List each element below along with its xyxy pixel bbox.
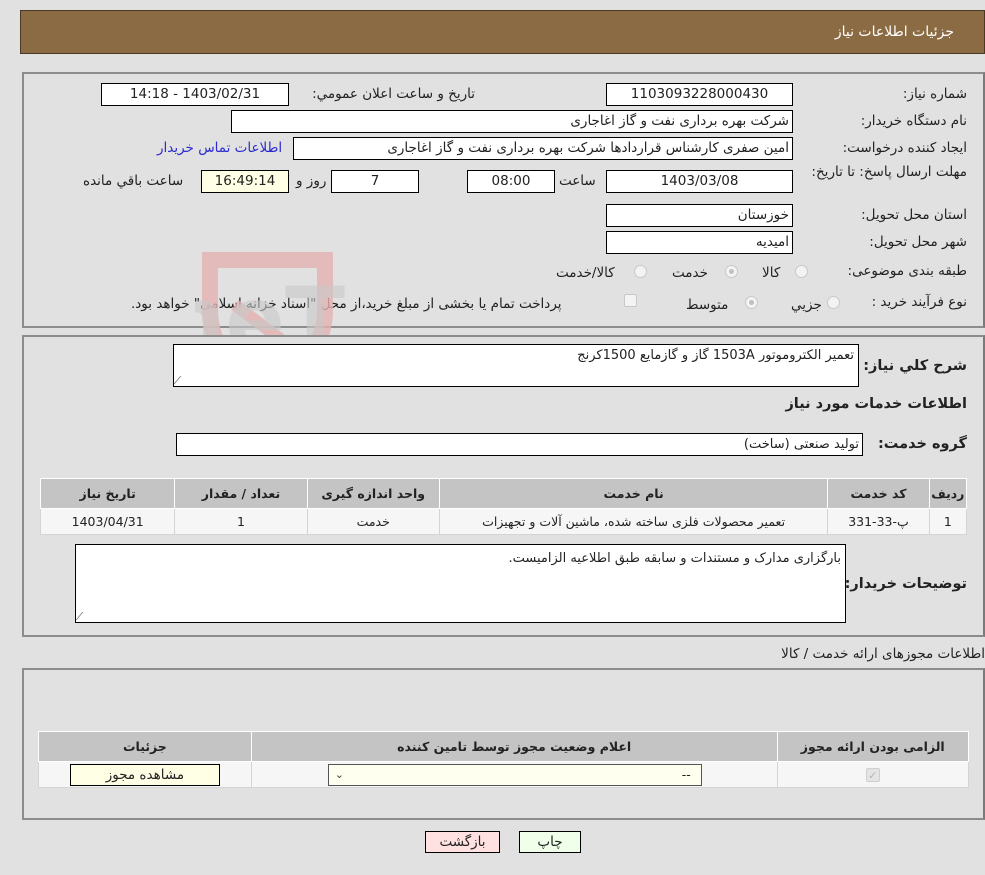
deadline-time-label: ساعت [559,173,596,189]
treasury-note: پرداخت تمام یا بخشی از مبلغ خرید،از محل … [131,296,562,312]
category-option-goods-service: کالا/خدمت [556,265,615,281]
category-option-service: خدمت [672,265,708,281]
creator-field: امین صفری کارشناس قراردادها شرکت بهره بر… [293,137,793,160]
service-group-label: گروه خدمت: [877,436,967,452]
city-label: شهر محل تحویل: [869,234,967,250]
cell-unit: خدمت [306,508,440,535]
province-field: خوزستان [606,204,793,227]
buyer-notes-textarea[interactable]: بارگزاری مدارک و مستندات و سابقه طبق اطل… [75,544,846,623]
cell-service-name: تعمیر محصولات فلزی ساخته شده، ماشین آلات… [438,508,829,535]
days-label: روز و [296,173,327,189]
view-permit-button[interactable]: مشاهده مجوز [69,763,220,786]
deadline-time-field: 08:00 [467,170,555,193]
permits-heading: اطلاعات مجوزهای ارائه خدمت / کالا [781,646,985,662]
cell-row: 1 [928,508,968,535]
deadline-date-field: 1403/03/08 [606,170,793,193]
page-header: جزئیات اطلاعات نیاز [20,10,985,54]
city-field: امیدیه [606,231,793,254]
description-textarea[interactable]: تعمیر الکتروموتور 1503A گاز و گازمایع 15… [173,344,859,387]
process-label: نوع فرآیند خرید : [871,294,967,310]
chevron-down-icon: ⌄ [334,767,345,781]
deadline-label: مهلت ارسال پاسخ: تا تاریخ: [811,164,967,180]
buyer-notes-label: توضیحات خریدار: [844,576,967,592]
services-table-header: ردیف کد خدمت نام خدمت واحد اندازه گیری ت… [39,478,968,509]
process-radio-minor[interactable] [827,296,840,309]
buyer-contact-link[interactable]: اطلاعات تماس خریدار [157,140,282,156]
services-table: ردیف کد خدمت نام خدمت واحد اندازه گیری ت… [39,478,968,535]
col-unit: واحد اندازه گیری [306,478,440,509]
category-label: طبقه بندی موضوعی: [847,263,967,279]
remaining-label: ساعت باقي مانده [83,173,184,189]
permit-status-value: -- [681,766,691,782]
need-number-label: شماره نیاز: [902,86,967,102]
col-permit-status: اعلام وضعیت مجوز توسط تامین کننده [250,731,778,762]
table-row: 1 پ-33-331 تعمیر محصولات فلزی ساخته شده،… [39,508,968,535]
days-field: 7 [331,170,419,193]
province-label: استان محل تحویل: [861,207,967,223]
page-title: جزئیات اطلاعات نیاز [834,24,954,40]
resize-handle[interactable] [75,612,91,620]
permit-required-checkbox: ✓ [865,768,880,782]
process-radio-medium[interactable] [745,296,758,309]
col-need-date: تاریخ نیاز [39,478,176,509]
permit-status-select[interactable]: -- ⌄ [327,763,702,786]
description-label: شرح کلي نیاز: [863,358,967,374]
creator-label: ایجاد کننده درخواست: [842,140,967,156]
col-row: ردیف [928,478,968,509]
cell-need-date: 1403/04/31 [39,508,176,535]
cell-service-code: پ-33-331 [827,508,930,535]
table-row: ✓ -- ⌄ مشاهده مجوز [38,761,970,788]
col-quantity: تعداد / مقدار [174,478,308,509]
buyer-org-field: شرکت بهره برداری نفت و گاز اغاجاری [231,110,793,133]
permits-table-header: الزامی بودن ارائه مجوز اعلام وضعیت مجوز … [38,731,970,762]
need-number-field: 1103093228000430 [606,83,793,106]
resize-handle[interactable] [173,376,189,384]
col-permit-required: الزامی بودن ارائه مجوز [776,731,970,762]
announce-field: 1403/02/31 - 14:18 [101,83,289,106]
col-service-name: نام خدمت [438,478,829,509]
print-button[interactable]: چاپ [519,831,581,853]
buyer-notes-text: بارگزاری مدارک و مستندات و سابقه طبق اطل… [508,551,841,566]
announce-label: تاریخ و ساعت اعلان عمومي: [312,86,475,102]
process-option-minor: جزيي [791,297,822,313]
process-option-medium: متوسط [686,297,729,313]
permits-table: الزامی بودن ارائه مجوز اعلام وضعیت مجوز … [38,731,970,788]
category-option-goods: کالا [762,265,781,281]
services-heading: اطلاعات خدمات مورد نیاز [785,396,967,412]
category-radio-service[interactable] [725,265,738,278]
description-text: تعمیر الکتروموتور 1503A گاز و گازمایع 15… [577,348,854,363]
cell-quantity: 1 [174,508,308,535]
treasury-checkbox[interactable] [624,294,637,307]
remaining-time-field: 16:49:14 [201,170,289,193]
back-button[interactable]: بازگشت [425,831,500,853]
category-radio-goods-service[interactable] [634,265,647,278]
col-service-code: کد خدمت [827,478,930,509]
buyer-org-label: نام دستگاه خریدار: [860,113,967,129]
category-radio-goods[interactable] [795,265,808,278]
service-group-field: تولید صنعتی (ساخت) [176,433,863,456]
col-permit-details: جزئیات [38,731,252,762]
